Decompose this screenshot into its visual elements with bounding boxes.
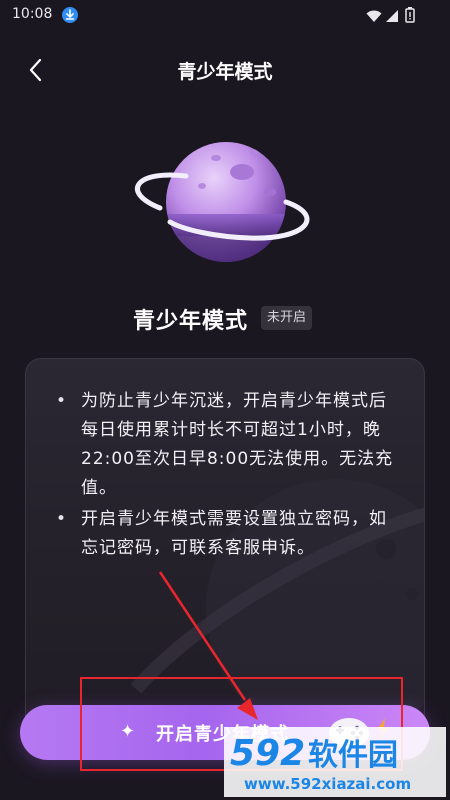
status-time: 10:08 <box>12 6 53 22</box>
mode-header: 青少年模式 未开启 <box>0 300 450 334</box>
page-title: 青少年模式 <box>177 61 273 83</box>
bullet-dot: • <box>56 509 68 529</box>
svg-text:www.592xiazai.com: www.592xiazai.com <box>244 775 411 793</box>
planet-illustration <box>130 130 322 280</box>
status-badge: 未开启 <box>261 306 313 330</box>
svg-text:592: 592 <box>230 733 305 774</box>
cellular-signal-icon <box>385 8 399 27</box>
wifi-icon <box>366 8 382 27</box>
bullet-dot: • <box>56 391 68 411</box>
info-item-text: 开启青少年模式需要设置独立密码，如忘记密码，可联系客服申诉。 <box>81 509 387 558</box>
info-item-text: 为防止青少年沉迷，开启青少年模式后每日使用累计时长不可超过1小时，晚22:00至… <box>81 391 394 498</box>
info-item-usage-limits: • 为防止青少年沉迷，开启青少年模式后每日使用累计时长不可超过1小时，晚22:0… <box>56 387 396 503</box>
svg-text:软件园: 软件园 <box>308 738 398 773</box>
watermark-logo: 592 软件园 www.592xiazai.com <box>224 727 446 797</box>
info-item-password: • 开启青少年模式需要设置独立密码，如忘记密码，可联系客服申诉。 <box>56 505 396 563</box>
info-list: • 为防止青少年沉迷，开启青少年模式后每日使用累计时长不可超过1小时，晚22:0… <box>56 387 396 563</box>
battery-icon <box>405 7 415 27</box>
status-bar: 10:08 <box>0 0 450 30</box>
mode-title: 青少年模式 <box>133 309 249 334</box>
download-icon <box>62 7 78 23</box>
